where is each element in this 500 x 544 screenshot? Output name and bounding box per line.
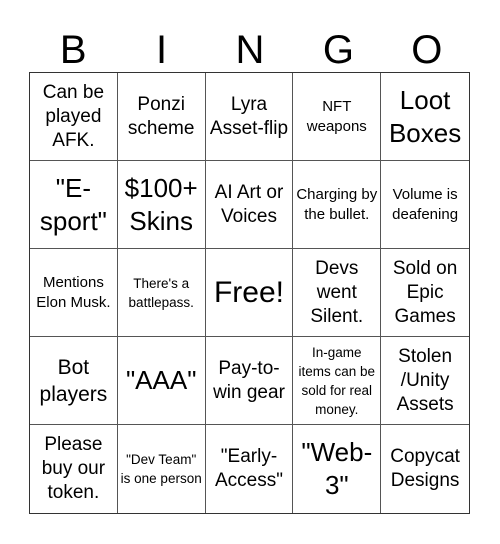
- bingo-cell[interactable]: Devs went Silent.: [293, 249, 382, 337]
- bingo-cell-text: Free!: [213, 275, 284, 309]
- bingo-cell[interactable]: Pay-to-win gear: [205, 337, 294, 425]
- bingo-cell-text: "Early-Access": [215, 446, 283, 491]
- bingo-cell[interactable]: Can be played AFK.: [30, 73, 118, 161]
- bingo-cell-text: There's a battlepass.: [128, 275, 194, 310]
- bingo-cell-text: Please buy our token.: [41, 434, 106, 503]
- bingo-cell[interactable]: $100+ Skins: [117, 161, 206, 249]
- bingo-grid: Can be played AFK. Ponzi scheme Lyra Asset…: [29, 72, 470, 514]
- bingo-cell[interactable]: In-game items can be sold for real money…: [293, 337, 382, 425]
- bingo-cell-text: Devs went Silent.: [310, 257, 364, 327]
- bingo-cell[interactable]: Charging by the bullet.: [293, 161, 382, 249]
- bingo-cell[interactable]: Ponzi scheme: [117, 73, 206, 161]
- bingo-cell[interactable]: Sold on Epic Games: [381, 249, 469, 337]
- header-letter-o: O: [411, 28, 443, 72]
- header-letter-i: I: [156, 28, 168, 72]
- bingo-cell[interactable]: "AAA": [117, 337, 206, 425]
- bingo-cell[interactable]: Volume is deafening: [381, 161, 469, 249]
- bingo-cell-text: Copycat Designs: [390, 446, 460, 491]
- bingo-cell[interactable]: "Web-3": [293, 425, 382, 513]
- bingo-cell-text: Bot players: [39, 355, 108, 406]
- bingo-cell[interactable]: "Dev Team" is one person: [118, 425, 206, 513]
- header-letter-g: G: [322, 28, 354, 72]
- header-letter-n: N: [235, 28, 265, 72]
- bingo-cell-text: Can be played AFK.: [42, 81, 105, 151]
- bingo-cell-text: Loot Boxes: [388, 84, 462, 148]
- bingo-cell-text: "Dev Team" is one person: [120, 452, 202, 486]
- bingo-cell[interactable]: Copycat Designs: [381, 425, 469, 513]
- bingo-cell[interactable]: Please buy our token.: [30, 425, 118, 513]
- bingo-cell-text: AI Art or Voices: [214, 181, 284, 227]
- bingo-cell-text: Sold on Epic Games: [392, 257, 458, 327]
- bingo-cell-text: Volume is deafening: [392, 185, 459, 223]
- bingo-cell-text: "E-sport": [39, 172, 107, 236]
- header-letter-b: B: [59, 28, 87, 72]
- bingo-cell[interactable]: Lyra Asset-flip: [205, 73, 294, 161]
- bingo-cell-text: Pay-to-win gear: [213, 357, 285, 403]
- bingo-cell-text: Mentions Elon Musk.: [36, 273, 111, 311]
- bingo-cell[interactable]: "Early-Access": [206, 425, 294, 513]
- bingo-cell-text: "Web-3": [301, 437, 373, 500]
- bingo-cell[interactable]: AI Art or Voices: [205, 161, 294, 249]
- bingo-cell[interactable]: Bot players: [30, 337, 118, 425]
- bingo-cell[interactable]: Free!: [205, 249, 294, 337]
- bingo-cell-text: "AAA": [125, 365, 197, 395]
- bingo-cell[interactable]: There's a battlepass.: [117, 249, 206, 337]
- bingo-cell-text: $100+ Skins: [124, 172, 198, 236]
- bingo-cell[interactable]: Mentions Elon Musk.: [30, 249, 118, 337]
- bingo-cell[interactable]: "E-sport": [30, 161, 118, 249]
- bingo-header: B I N G O: [29, 28, 471, 72]
- bingo-cell-text: NFT weapons: [306, 97, 367, 135]
- bingo-cell-text: In-game items can be sold for real money…: [298, 344, 376, 417]
- bingo-cell[interactable]: Stolen /Unity Assets: [381, 337, 469, 425]
- bingo-cell-text: Stolen /Unity Assets: [396, 345, 454, 415]
- bingo-cell-text: Charging by the bullet.: [296, 185, 378, 223]
- bingo-cell[interactable]: NFT weapons: [293, 73, 382, 161]
- bingo-cell[interactable]: Loot Boxes: [381, 73, 469, 161]
- bingo-cell-text: Ponzi scheme: [127, 93, 195, 139]
- bingo-cell-text: Lyra Asset-flip: [209, 93, 289, 139]
